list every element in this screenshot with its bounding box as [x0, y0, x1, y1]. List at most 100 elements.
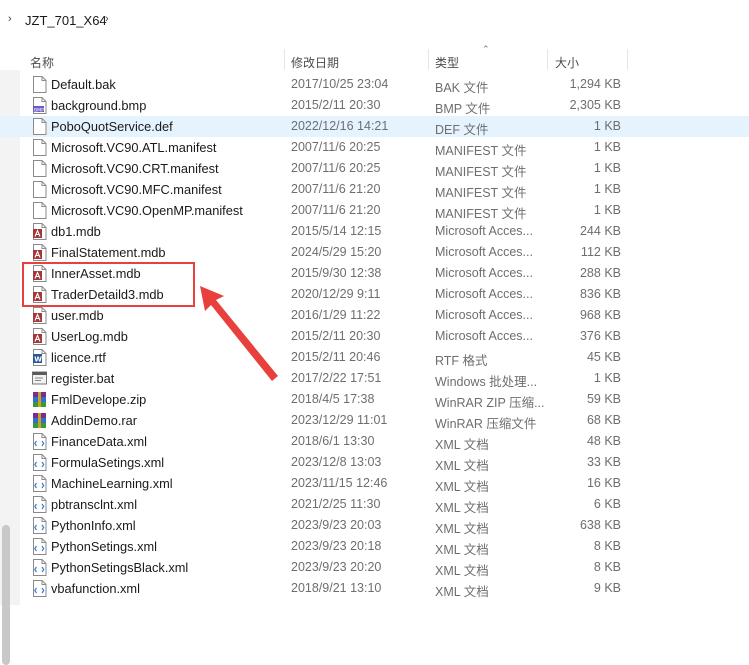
file-size: 1 KB — [593, 203, 621, 217]
column-header-name[interactable]: 名称 — [30, 54, 54, 71]
file-name: Microsoft.VC90.OpenMP.manifest — [51, 203, 243, 218]
file-row[interactable]: pbtransclnt.xml 2021/2/25 11:30 XML 文档 6 KB — [0, 494, 749, 515]
file-name: UserLog.mdb — [51, 329, 128, 344]
file-size: 244 KB — [579, 224, 621, 238]
file-name: FinalStatement.mdb — [51, 245, 166, 260]
file-type: XML 文档 — [435, 438, 489, 452]
file-name: PoboQuotService.def — [51, 119, 173, 134]
file-row[interactable]: PythonInfo.xml 2023/9/23 20:03 XML 文档 638 K… — [0, 515, 749, 536]
file-type: XML 文档 — [435, 501, 489, 515]
column-divider[interactable] — [547, 49, 548, 70]
file-date: 2023/9/23 20:18 — [291, 539, 382, 553]
file-row[interactable]: BMP background.bmp 2015/2/11 20:30 BMP 文件 2,… — [0, 95, 749, 116]
file-date: 2023/9/23 20:20 — [291, 560, 382, 574]
chevron-right-icon[interactable]: › — [8, 13, 12, 25]
column-header-type[interactable]: 类型 — [435, 54, 459, 71]
file-name: PythonInfo.xml — [51, 518, 136, 533]
file-date: 2015/2/11 20:30 — [291, 98, 381, 112]
file-row[interactable]: FinanceData.xml 2018/6/1 13:30 XML 文档 48 KB — [0, 431, 749, 452]
file-row[interactable]: Microsoft.VC90.ATL.manifest 2007/11/6 20:… — [0, 137, 749, 158]
file-row[interactable]: AddinDemo.rar 2023/12/29 11:01 WinRAR 压缩文件… — [0, 410, 749, 431]
file-row[interactable]: Microsoft.VC90.MFC.manifest 2007/11/6 21:… — [0, 179, 749, 200]
file-row[interactable]: db1.mdb 2015/5/14 12:15 Microsoft Acces...… — [0, 221, 749, 242]
file-row[interactable]: MachineLearning.xml 2023/11/15 12:46 XML 文… — [0, 473, 749, 494]
file-type: Microsoft Acces... — [435, 224, 533, 238]
file-size: 1 KB — [593, 161, 621, 175]
file-row[interactable]: register.bat 2017/2/22 17:51 Windows 批处理..… — [0, 368, 749, 389]
file-name: FmlDevelope.zip — [51, 392, 147, 407]
file-row[interactable]: PythonSetings.xml 2023/9/23 20:18 XML 文档 8 … — [0, 536, 749, 557]
file-row[interactable]: user.mdb 2016/1/29 11:22 Microsoft Acces..… — [0, 305, 749, 326]
annotation-highlight-box — [22, 262, 195, 307]
file-date: 2015/5/14 12:15 — [291, 224, 382, 238]
file-name: PythonSetingsBlack.xml — [51, 560, 189, 575]
file-list: Default.bak 2017/10/25 23:04 BAK 文件 1,294 K… — [0, 74, 749, 599]
file-date: 2018/6/1 13:30 — [291, 434, 375, 448]
file-size: 1,294 KB — [569, 77, 621, 91]
file-size: 1 KB — [593, 182, 621, 196]
file-type: Microsoft Acces... — [435, 308, 533, 322]
address-bar[interactable]: › JZT_701_X64 › — [0, 0, 749, 41]
file-row[interactable]: PoboQuotService.def 2022/12/16 14:21 DEF 文… — [0, 116, 749, 137]
file-name: register.bat — [51, 371, 115, 386]
column-divider[interactable] — [284, 49, 285, 70]
file-type: WinRAR 压缩文件 — [435, 417, 537, 431]
file-size: 45 KB — [586, 350, 621, 364]
file-date: 2007/11/6 20:25 — [291, 140, 381, 154]
file-name: vbafunction.xml — [51, 581, 140, 596]
column-divider[interactable] — [428, 49, 429, 70]
file-date: 2017/2/22 17:51 — [291, 371, 382, 385]
file-name: FormulaSetings.xml — [51, 455, 165, 470]
file-date: 2020/12/29 9:11 — [291, 287, 381, 301]
file-size: 112 KB — [580, 245, 621, 259]
file-name: MachineLearning.xml — [51, 476, 173, 491]
file-name: user.mdb — [51, 308, 104, 323]
file-date: 2015/9/30 12:38 — [291, 266, 382, 280]
file-date: 2023/9/23 20:03 — [291, 518, 382, 532]
file-size: 836 KB — [579, 287, 621, 301]
column-header-size[interactable]: 大小 — [555, 54, 579, 71]
file-type: BAK 文件 — [435, 81, 489, 95]
file-row[interactable]: Default.bak 2017/10/25 23:04 BAK 文件 1,294 K… — [0, 74, 749, 95]
file-date: 2007/11/6 21:20 — [291, 182, 381, 196]
file-size: 68 KB — [586, 413, 621, 427]
file-type: MANIFEST 文件 — [435, 207, 527, 221]
file-row[interactable]: Wlicence.rtf 2015/2/11 20:46 RTF 格式 45 KB — [0, 347, 749, 368]
file-row[interactable]: FormulaSetings.xml 2023/12/8 13:03 XML 文档 3… — [0, 452, 749, 473]
breadcrumb-folder[interactable]: JZT_701_X64 — [25, 13, 107, 28]
chevron-right-icon[interactable]: › — [105, 13, 109, 25]
file-row[interactable]: FmlDevelope.zip 2018/4/5 17:38 WinRAR ZIP … — [0, 389, 749, 410]
column-divider[interactable] — [627, 49, 628, 70]
file-name: Microsoft.VC90.MFC.manifest — [51, 182, 222, 197]
file-type: Microsoft Acces... — [435, 287, 533, 301]
file-row[interactable]: PythonSetingsBlack.xml 2023/9/23 20:20 XML… — [0, 557, 749, 578]
file-type: XML 文档 — [435, 564, 489, 578]
file-size: 6 KB — [593, 497, 621, 511]
file-date: 2023/11/15 12:46 — [291, 476, 388, 490]
column-header-row: ⌃ 名称 修改日期 类型 大小 — [0, 40, 749, 70]
file-type: XML 文档 — [435, 522, 489, 536]
file-date: 2022/12/16 14:21 — [291, 119, 389, 133]
file-type: WinRAR ZIP 压缩... — [435, 396, 545, 410]
file-name: AddinDemo.rar — [51, 413, 138, 428]
file-type: MANIFEST 文件 — [435, 144, 527, 158]
file-name: db1.mdb — [51, 224, 101, 239]
file-date: 2018/4/5 17:38 — [291, 392, 375, 406]
file-row[interactable]: FinalStatement.mdb 2024/5/29 15:20 Microso… — [0, 242, 749, 263]
file-row[interactable]: UserLog.mdb 2015/2/11 20:30 Microsoft Acce… — [0, 326, 749, 347]
file-size: 48 KB — [586, 434, 621, 448]
file-row[interactable]: Microsoft.VC90.CRT.manifest 2007/11/6 20:… — [0, 158, 749, 179]
file-size: 16 KB — [586, 476, 621, 490]
file-type: XML 文档 — [435, 480, 489, 494]
file-name: licence.rtf — [51, 350, 106, 365]
column-header-date[interactable]: 修改日期 — [291, 54, 339, 71]
sort-ascending-icon: ⌃ — [482, 44, 490, 54]
file-date: 2021/2/25 11:30 — [291, 497, 381, 511]
file-type: Microsoft Acces... — [435, 266, 533, 280]
file-type: Microsoft Acces... — [435, 245, 533, 259]
file-type: MANIFEST 文件 — [435, 186, 527, 200]
file-size: 1 KB — [593, 119, 621, 133]
file-row[interactable]: vbafunction.xml 2018/9/21 13:10 XML 文档 9 KB — [0, 578, 749, 599]
file-row[interactable]: Microsoft.VC90.OpenMP.manifest 2007/11/6 … — [0, 200, 749, 221]
file-name: FinanceData.xml — [51, 434, 148, 449]
